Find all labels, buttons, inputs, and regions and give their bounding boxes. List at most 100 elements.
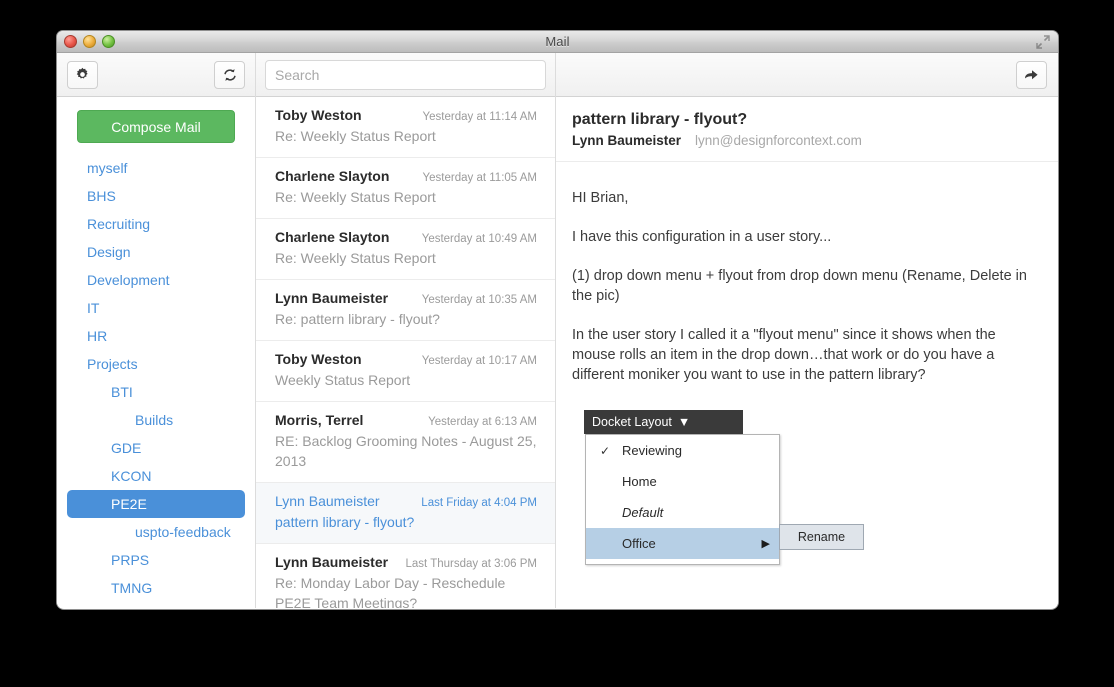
message-paragraphs: HI Brian, I have this configuration in a … bbox=[572, 188, 1042, 385]
message-list-item[interactable]: Toby Weston Yesterday at 10:17 AM Weekly S… bbox=[256, 341, 555, 402]
message-sender: Toby Weston bbox=[275, 107, 362, 123]
sidebar-item-gde[interactable]: GDE bbox=[67, 434, 245, 462]
sidebar-item-label: KCON bbox=[111, 468, 152, 484]
zoom-button[interactable] bbox=[102, 35, 115, 48]
dropdown-item-label: Office bbox=[622, 536, 656, 551]
body-paragraph: I have this configuration in a user stor… bbox=[572, 229, 832, 245]
message-subject-preview: Re: Weekly Status Report bbox=[275, 250, 436, 266]
settings-button[interactable] bbox=[67, 60, 98, 89]
sidebar: Compose Mail myself BHS Recruiting Design De… bbox=[57, 97, 256, 608]
dropdown-item-reviewing[interactable]: ✓ Reviewing bbox=[586, 435, 779, 466]
chevron-down-icon: ▼ bbox=[677, 415, 691, 429]
sidebar-item-hr[interactable]: HR bbox=[67, 322, 245, 350]
dropdown-item-label: Default bbox=[622, 505, 664, 520]
message-timestamp: Yesterday at 11:05 AM bbox=[422, 172, 537, 184]
message-timestamp: Last Friday at 4:04 PM bbox=[421, 497, 537, 509]
message-sender: Toby Weston bbox=[275, 351, 362, 367]
sidebar-item-label: myself bbox=[87, 160, 128, 176]
message-list-item[interactable]: Toby Weston Yesterday at 11:14 AM Re: Week… bbox=[256, 97, 555, 158]
desktop-background: Mail Search Compose Mail myself BHS Recr… bbox=[0, 0, 1114, 687]
sidebar-item-tmng[interactable]: TMNG bbox=[67, 574, 245, 602]
sidebar-item-bti[interactable]: BTI bbox=[67, 378, 245, 406]
message-row-top: Lynn Baumeister Yesterday at 10:35 AM bbox=[275, 290, 537, 306]
sidebar-item-label: PRPS bbox=[111, 552, 150, 568]
dropdown-item-default[interactable]: Default bbox=[586, 497, 779, 528]
toolbar-search-segment bbox=[256, 52, 556, 97]
compose-mail-button[interactable]: Compose Mail bbox=[77, 110, 235, 143]
message-header: pattern library - flyout? Lynn Baumeiste… bbox=[556, 97, 1058, 162]
window-title: Mail bbox=[545, 34, 570, 49]
sidebar-item-label: PE2E bbox=[111, 496, 147, 512]
embedded-screenshot-image: Docket Layout ▼ ✓ Reviewing Home Default Off… bbox=[572, 405, 872, 565]
window-controls bbox=[64, 35, 115, 48]
message-subject-preview: RE: Backlog Grooming Notes - August 25, … bbox=[275, 433, 537, 469]
sidebar-item-label: IT bbox=[87, 300, 100, 316]
message-row-top: Toby Weston Yesterday at 11:14 AM bbox=[275, 107, 537, 123]
message-sender-email: lynn@designforcontext.com bbox=[695, 133, 862, 148]
sidebar-item-label: uspto-feedback bbox=[135, 524, 231, 540]
refresh-icon bbox=[222, 67, 238, 83]
sidebar-item-myself[interactable]: myself bbox=[67, 154, 245, 182]
sidebar-item-development[interactable]: Development bbox=[67, 266, 245, 294]
toolbar-left-segment bbox=[57, 52, 256, 97]
message-list-item[interactable]: Lynn Baumeister Yesterday at 10:35 AM Re: … bbox=[256, 280, 555, 341]
docket-layout-dropdown-button[interactable]: Docket Layout ▼ bbox=[584, 410, 743, 434]
message-list-item[interactable]: Charlene Slayton Yesterday at 10:49 AM Re:… bbox=[256, 219, 555, 280]
folder-list: myself BHS Recruiting Design Development IT HR… bbox=[57, 154, 255, 608]
message-sender-name: Lynn Baumeister bbox=[572, 133, 682, 148]
sidebar-item-bhs[interactable]: BHS bbox=[67, 182, 245, 210]
message-timestamp: Yesterday at 10:17 AM bbox=[421, 355, 537, 367]
message-row-top: Lynn Baumeister Last Thursday at 3:06 PM bbox=[275, 554, 537, 570]
search-input[interactable] bbox=[265, 59, 546, 90]
message-row-top: Charlene Slayton Yesterday at 11:05 AM bbox=[275, 168, 537, 184]
sidebar-item-misc[interactable]: Misc bbox=[67, 602, 245, 608]
message-row-top: Lynn Baumeister Last Friday at 4:04 PM bbox=[275, 493, 537, 509]
submenu-item-rename[interactable]: Rename bbox=[798, 530, 845, 544]
toolbar bbox=[57, 52, 1058, 97]
mail-window: Mail Search Compose Mail myself BHS Recr… bbox=[57, 31, 1058, 609]
message-sender: Lynn Baumeister bbox=[275, 493, 380, 509]
refresh-button[interactable] bbox=[214, 60, 245, 89]
main-content: Compose Mail myself BHS Recruiting Design De… bbox=[57, 97, 1058, 608]
sidebar-item-design[interactable]: Design bbox=[67, 238, 245, 266]
message-list-item[interactable]: Lynn Baumeister Last Friday at 4:04 PM pat… bbox=[256, 483, 555, 544]
message-list-item[interactable]: Morris, Terrel Yesterday at 6:13 AM RE: Ba… bbox=[256, 402, 555, 483]
message-list-item[interactable]: Lynn Baumeister Last Thursday at 3:06 PM R… bbox=[256, 544, 555, 608]
message-subject-preview: Re: pattern library - flyout? bbox=[275, 311, 440, 327]
sidebar-item-builds[interactable]: Builds bbox=[67, 406, 245, 434]
sidebar-item-label: GDE bbox=[111, 440, 142, 456]
sidebar-item-label: BTI bbox=[111, 384, 133, 400]
minimize-button[interactable] bbox=[83, 35, 96, 48]
body-paragraph: In the user story I called it a "flyout … bbox=[572, 327, 996, 383]
reading-pane: pattern library - flyout? Lynn Baumeiste… bbox=[556, 97, 1058, 608]
fullscreen-expand-icon[interactable] bbox=[1035, 34, 1051, 50]
gear-icon bbox=[75, 67, 90, 82]
check-icon: ✓ bbox=[600, 443, 611, 458]
message-subject-preview: pattern library - flyout? bbox=[275, 514, 415, 530]
message-timestamp: Yesterday at 10:49 AM bbox=[421, 233, 537, 245]
dropdown-item-office[interactable]: Office ▶ bbox=[586, 528, 779, 559]
docket-layout-dropdown-label: Docket Layout bbox=[592, 415, 672, 429]
sidebar-item-recruiting[interactable]: Recruiting bbox=[67, 210, 245, 238]
message-list: Toby Weston Yesterday at 11:14 AM Re: Week… bbox=[256, 97, 556, 608]
forward-button[interactable] bbox=[1016, 60, 1047, 89]
sidebar-item-prps[interactable]: PRPS bbox=[67, 546, 245, 574]
message-timestamp: Last Thursday at 3:06 PM bbox=[405, 558, 537, 570]
sidebar-item-label: Recruiting bbox=[87, 216, 151, 232]
dropdown-item-label: Reviewing bbox=[622, 443, 682, 458]
dropdown-item-label: Home bbox=[622, 474, 657, 489]
docket-layout-dropdown-menu: ✓ Reviewing Home Default Office ▶ bbox=[585, 434, 780, 565]
close-button[interactable] bbox=[64, 35, 77, 48]
body-paragraph: (1) drop down menu + flyout from drop do… bbox=[572, 268, 1027, 304]
dropdown-item-home[interactable]: Home bbox=[586, 466, 779, 497]
sidebar-item-projects[interactable]: Projects bbox=[67, 350, 245, 378]
flyout-submenu: Rename bbox=[779, 524, 864, 550]
message-subject: pattern library - flyout? bbox=[572, 111, 748, 128]
sidebar-item-uspto-feedback[interactable]: uspto-feedback bbox=[67, 518, 245, 546]
sidebar-item-label: Builds bbox=[135, 412, 174, 428]
sidebar-item-kcon[interactable]: KCON bbox=[67, 462, 245, 490]
message-list-item[interactable]: Charlene Slayton Yesterday at 11:05 AM Re:… bbox=[256, 158, 555, 219]
message-row-top: Charlene Slayton Yesterday at 10:49 AM bbox=[275, 229, 537, 245]
sidebar-item-it[interactable]: IT bbox=[67, 294, 245, 322]
sidebar-item-pe2e[interactable]: PE2E bbox=[67, 490, 245, 518]
